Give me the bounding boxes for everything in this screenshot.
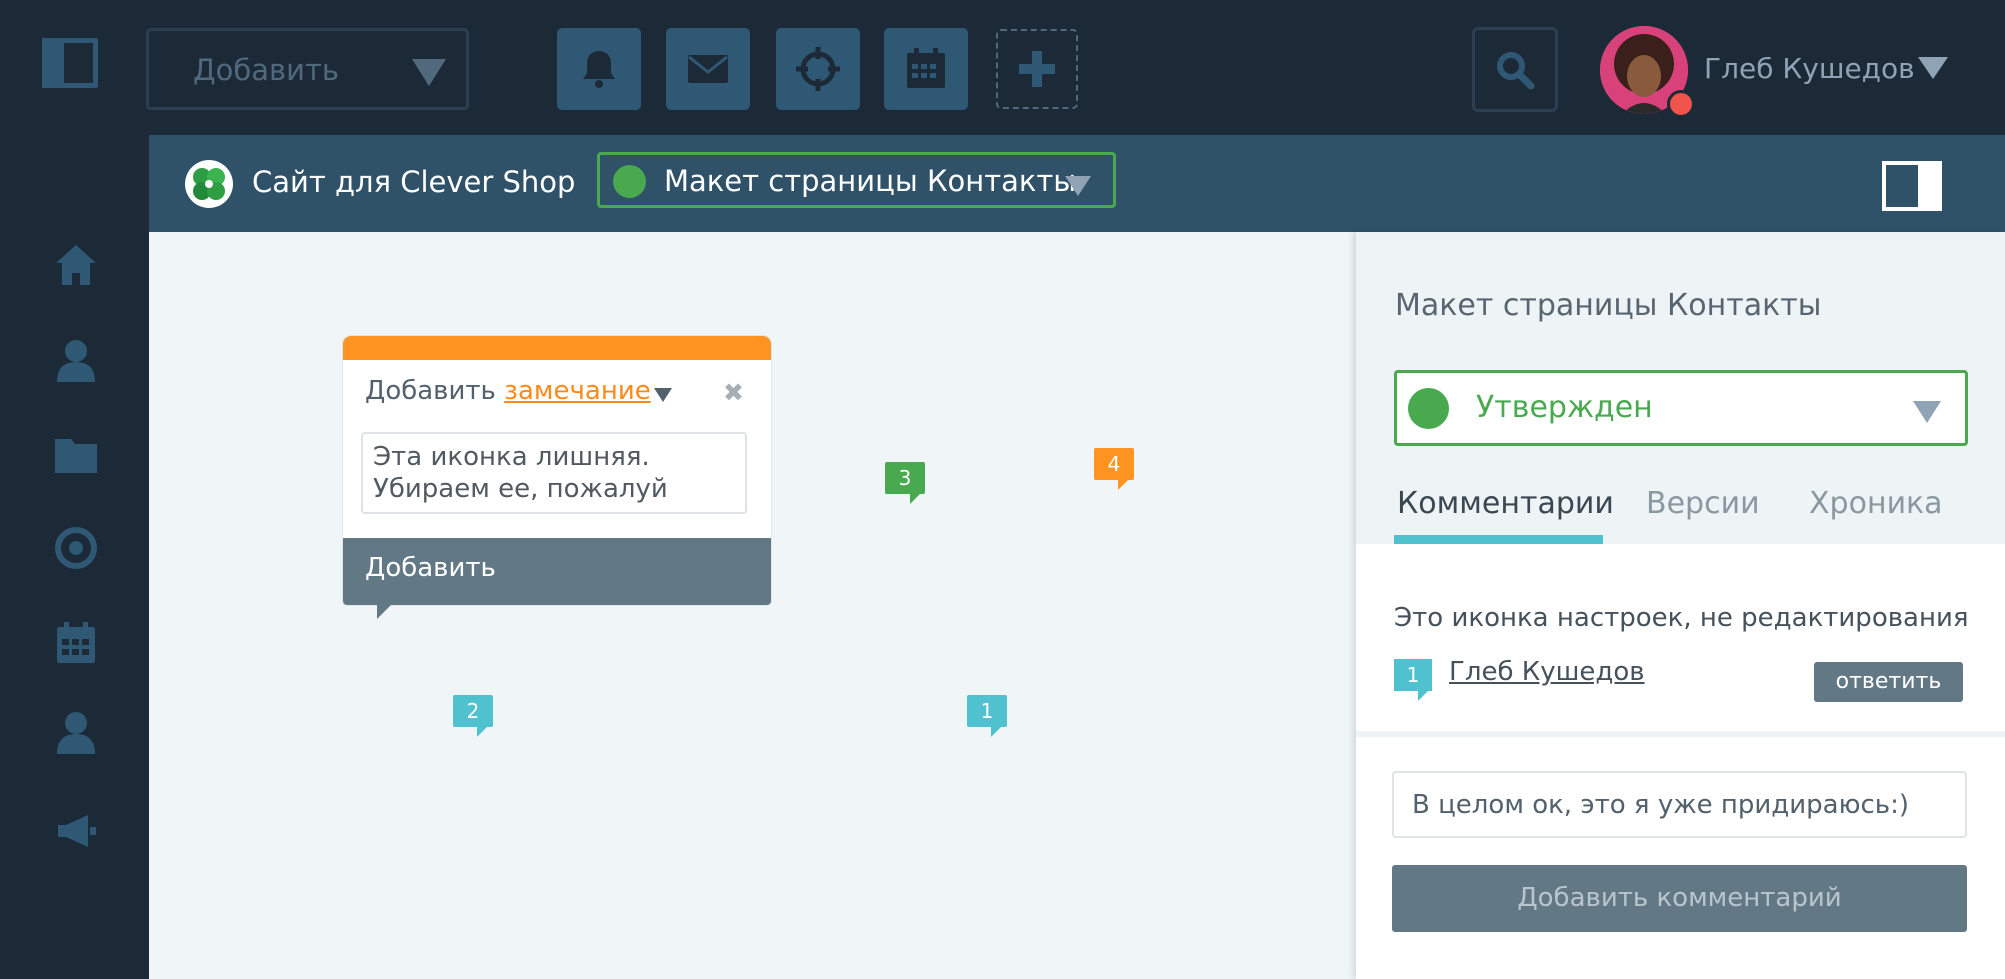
divider — [1356, 731, 2005, 737]
sidebar-toggle-icon[interactable] — [42, 38, 98, 88]
tab-comments[interactable]: Комментарии — [1397, 486, 1614, 521]
pin-tail — [1418, 691, 1428, 701]
note-header-bar — [343, 336, 771, 360]
tab-history[interactable]: Хроника — [1809, 486, 1943, 521]
add-dropdown[interactable]: Добавить — [146, 28, 469, 110]
pin-tail — [910, 494, 920, 504]
comment-pin-1[interactable]: 1 — [967, 695, 1007, 727]
chevron-down-icon — [412, 59, 446, 86]
calendar-icon — [907, 48, 945, 88]
add-note-popup: Добавить замечание ✖ Эта иконка лишняя. … — [343, 336, 771, 619]
user-menu-chevron-icon[interactable] — [1918, 57, 1948, 79]
page-select-dropdown[interactable]: Макет страницы Контакты — [597, 152, 1116, 208]
note-type-link[interactable]: замечание — [504, 376, 651, 406]
calendar-button[interactable] — [884, 28, 968, 110]
close-icon[interactable]: ✖ — [723, 378, 744, 407]
note-title: Добавить замечание — [365, 376, 651, 406]
bell-icon — [583, 51, 615, 88]
note-text-line: Эта иконка лишняя. — [373, 442, 650, 472]
pin-number: 4 — [1107, 452, 1121, 476]
comment-pin-4[interactable]: 4 — [1094, 448, 1134, 480]
active-tab-indicator — [1394, 535, 1603, 544]
note-text-line: Убираем ее, пожалуй — [373, 474, 668, 504]
chevron-down-icon — [1065, 176, 1091, 196]
note-pointer — [377, 605, 391, 619]
target-icon[interactable] — [52, 524, 100, 572]
online-status-dot — [1667, 90, 1695, 118]
page-select-label: Макет страницы Контакты — [664, 164, 1077, 198]
panel-toggle-icon[interactable] — [1882, 161, 1942, 211]
pin-number: 3 — [898, 466, 912, 490]
comment-text: Это иконка настроек, не редактирования — [1394, 603, 1969, 633]
pin-tail — [991, 727, 1001, 737]
folder-icon[interactable] — [52, 431, 100, 479]
chevron-down-icon — [1913, 401, 1941, 423]
panel-title: Макет страницы Контакты — [1395, 288, 1822, 323]
status-green-dot — [613, 165, 646, 198]
notifications-button[interactable] — [557, 28, 641, 110]
add-comment-button[interactable]: Добавить комментарий — [1392, 865, 1967, 932]
user-icon[interactable] — [52, 336, 100, 384]
calendar-icon[interactable] — [52, 619, 100, 667]
search-icon — [1497, 52, 1535, 90]
megaphone-icon[interactable] — [52, 807, 100, 855]
comment-author-link[interactable]: Глеб Кушедов — [1449, 657, 1645, 687]
messages-button[interactable] — [666, 28, 750, 110]
home-icon[interactable] — [52, 241, 100, 289]
target-button[interactable] — [776, 28, 860, 110]
envelope-icon — [688, 55, 728, 83]
status-label: Утвержден — [1476, 390, 1653, 425]
pin-tail — [477, 727, 487, 737]
user-name[interactable]: Глеб Кушедов — [1704, 52, 1915, 85]
pin-number: 2 — [466, 699, 480, 723]
note-add-button[interactable]: Добавить — [343, 538, 771, 605]
comment-pin-2[interactable]: 2 — [453, 695, 493, 727]
add-tool-button[interactable] — [996, 29, 1078, 109]
note-title-prefix: Добавить — [365, 376, 496, 406]
add-dropdown-label: Добавить — [193, 53, 339, 87]
note-type-chevron-icon[interactable] — [654, 388, 672, 402]
plus-icon — [1019, 51, 1055, 87]
team-user-icon[interactable] — [52, 708, 100, 756]
status-green-dot — [1408, 388, 1449, 429]
comment-pin-badge[interactable]: 1 — [1394, 659, 1432, 691]
pin-tail — [1118, 480, 1128, 490]
tab-versions[interactable]: Версии — [1646, 486, 1760, 521]
search-button[interactable] — [1472, 27, 1558, 112]
crosshair-icon — [796, 47, 840, 91]
reply-button[interactable]: ответить — [1814, 662, 1963, 702]
comment-input[interactable]: В целом ок, это я уже придираюсь:) — [1392, 771, 1967, 838]
status-dropdown[interactable]: Утвержден — [1394, 370, 1968, 446]
comments-panel: Макет страницы Контакты Утвержден Коммен… — [1356, 232, 2005, 979]
clover-logo-icon — [185, 160, 233, 208]
pin-number: 1 — [980, 699, 994, 723]
note-text-input[interactable]: Эта иконка лишняя. Убираем ее, пожалуй — [361, 432, 747, 514]
project-name[interactable]: Сайт для Clever Shop — [252, 165, 575, 199]
comment-pin-3[interactable]: 3 — [885, 462, 925, 494]
